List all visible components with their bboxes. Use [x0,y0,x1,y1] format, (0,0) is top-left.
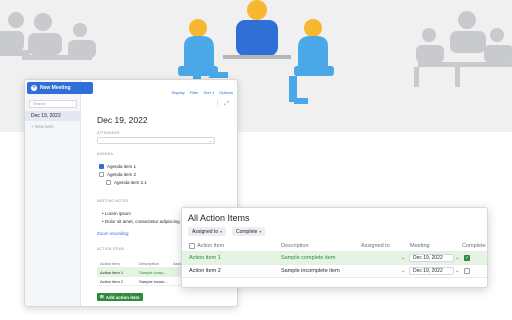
all-action-items-window: All Action Items Assigned to ▾ Complete … [181,207,488,288]
column-header: Action item [197,243,225,249]
add-icon: ⊞ [100,294,104,299]
chevron-down-icon[interactable]: ⌄ [455,255,460,261]
cell: Action item 2 [100,278,124,284]
agenda-item[interactable]: Agenda item 2.1 [106,180,147,185]
column-header: Description [139,260,160,266]
sidebar-new-item[interactable]: + New item [31,124,54,129]
table-header: Action item Description Assigned to Meet… [182,241,487,252]
action-items-label: ACTION ITEMS [97,247,125,251]
background-people-right [414,11,512,87]
background-people-left [0,12,96,60]
action-item-cell[interactable]: Action item 1 [189,255,221,261]
column-header: Meeting [410,243,430,249]
meeting-date-field[interactable]: Dec 19, 2022 [409,267,454,275]
meeting-date-field[interactable]: Dec 19, 2022 [409,254,454,262]
new-meeting-button[interactable]: + New Meeting [27,82,93,94]
agenda-item-label: Agenda item 1 [107,164,137,169]
description-cell: Sample complete item [281,255,336,261]
attendees-label: ATTENDEES [97,131,120,135]
new-meeting-label: New Meeting [40,85,71,91]
complete-checkbox[interactable] [464,268,470,274]
complete-filter[interactable]: Complete ▾ [232,227,266,236]
cell: Sample comp... [139,269,167,275]
chevron-down-icon: ▾ [220,229,223,234]
chevron-down-icon: ⌄ [208,138,212,143]
note-item: • Lorem ipsum [102,211,131,216]
column-header: Action item [100,260,120,266]
agenda-item-label: Agenda item 2.1 [114,180,147,185]
note-item: • Dolor sit amet, consectetur adipiscing… [102,219,189,224]
cell: Sample incom... [139,278,168,284]
table-row[interactable]: Action item 1 Sample complete item ⌄ Dec… [182,252,487,265]
zoom-recording-link[interactable]: Zoom recording [97,231,129,236]
meeting-notes-label: MEETING NOTES [97,199,129,203]
action-item-cell[interactable]: Action item 2 [189,268,221,274]
agenda-item-label: Agenda item 2 [107,172,137,177]
column-header: Assigned to [361,243,390,249]
agenda-item[interactable]: Agenda item 2 [99,172,136,177]
add-action-item-label: Add action item [105,294,140,300]
select-all-checkbox[interactable] [189,243,195,249]
agenda-checkbox[interactable] [106,180,111,185]
assigned-to-filter[interactable]: Assigned to ▾ [188,227,227,236]
plus-icon: + [31,85,37,91]
agenda-item[interactable]: Agenda item 1 [99,164,136,169]
column-header: Description [281,243,309,249]
agenda-checkbox[interactable] [99,164,104,169]
table-row[interactable]: Action item 2 Sample incomplete item ⌄ D… [182,265,487,278]
sidebar-search-input[interactable]: Search [29,100,77,108]
action-items-table: Action item Description Assigned to Meet… [182,241,487,278]
meeting-title: Dec 19, 2022 [97,115,148,125]
complete-checkbox[interactable]: ✓ [464,255,470,261]
chevron-down-icon[interactable]: ⌄ [401,268,406,274]
description-cell: Sample incomplete item [281,268,340,274]
filter-label: Assigned to [192,228,219,235]
cell: Action item 1 [100,269,124,275]
column-header: Complete [462,243,486,249]
chevron-down-icon: ▾ [259,229,262,234]
chevron-down-icon[interactable]: ⌄ [455,268,460,274]
add-action-item-button[interactable]: ⊞ Add action item [97,293,143,301]
attendees-field[interactable]: ⌄ [97,137,215,144]
sidebar-item-dec-19[interactable]: Dec 19, 2022 [25,111,81,121]
page-title: All Action Items [188,213,250,223]
meetings-sidebar: Search Dec 19, 2022 + New item [25,80,81,306]
agenda-label: AGENDA [97,152,113,156]
filter-label: Complete [236,228,258,235]
agenda-checkbox[interactable] [99,172,104,177]
chevron-down-icon[interactable]: ⌄ [401,255,406,261]
